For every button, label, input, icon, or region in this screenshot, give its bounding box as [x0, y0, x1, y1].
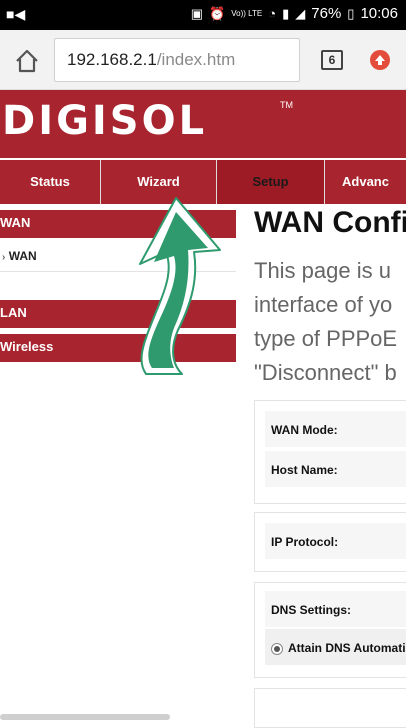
status-icons: ▣ ⏰ Vo)) LTE ◔ ▮ ◢ 76% ▯ 10:06	[191, 5, 398, 22]
description-line: interface of yo	[254, 292, 393, 317]
volte-indicator: Vo)) LTE	[231, 9, 263, 18]
trademark-mark: TM	[280, 100, 293, 110]
page-description: This page is u interface of yo type of P…	[254, 254, 406, 390]
dns-settings-panel: DNS Settings: Attain DNS Automati	[254, 582, 406, 678]
page-title: WAN Confi	[254, 206, 406, 239]
url-path: /index.htm	[156, 50, 236, 69]
brand-banner: DIGISOL TM	[0, 90, 406, 158]
dns-auto-radio[interactable]	[271, 642, 283, 655]
url-host: 192.168.2.1	[67, 50, 157, 69]
nav-advanced[interactable]: Advanc	[324, 160, 406, 204]
digisol-logo: DIGISOL	[2, 98, 208, 144]
update-icon[interactable]	[370, 50, 390, 70]
description-line: "Disconnect" b	[254, 360, 397, 385]
home-icon[interactable]	[14, 48, 40, 74]
description-line: This page is u	[254, 258, 391, 283]
host-name-label: Host Name:	[265, 451, 406, 487]
wan-mode-panel: WAN Mode: Host Name:	[254, 400, 406, 504]
signal-icon: ◢	[295, 5, 306, 21]
image-icon: ▣	[190, 5, 204, 21]
dns-settings-label: DNS Settings:	[265, 591, 406, 627]
clock: 10:06	[360, 5, 398, 22]
status-bar: ■◀ ▣ ⏰ Vo)) LTE ◔ ▮ ◢ 76% ▯ 10:06	[0, 0, 406, 30]
dns-auto-option[interactable]: Attain DNS Automati	[265, 629, 406, 665]
wan-mode-label: WAN Mode:	[265, 411, 406, 447]
nav-status[interactable]: Status	[0, 160, 100, 204]
ip-protocol-panel: IP Protocol:	[254, 512, 406, 572]
battery-percent: 76%	[311, 5, 342, 22]
tab-switcher-button[interactable]: 6	[321, 50, 343, 70]
wifi-icon: ◔	[268, 6, 277, 21]
battery-icon: ▯	[347, 5, 355, 21]
chevron-right-icon: ›	[2, 252, 6, 263]
sim-icon: ▮	[282, 5, 290, 21]
dns-auto-label: Attain DNS Automati	[288, 641, 406, 655]
green-arrow-annotation	[139, 197, 221, 375]
browser-toolbar: 192.168.2.1/index.htm 6	[0, 30, 406, 90]
horizontal-scrollbar[interactable]	[0, 714, 170, 720]
url-field[interactable]: 192.168.2.1/index.htm	[54, 38, 300, 82]
sidebar-item-label: WAN	[8, 249, 37, 263]
alarm-icon: ⏰	[209, 5, 226, 21]
ip-protocol-label: IP Protocol:	[265, 523, 406, 559]
description-line: type of PPPoE	[254, 326, 398, 351]
next-panel	[254, 688, 406, 728]
video-icon: ■◀	[6, 6, 26, 22]
